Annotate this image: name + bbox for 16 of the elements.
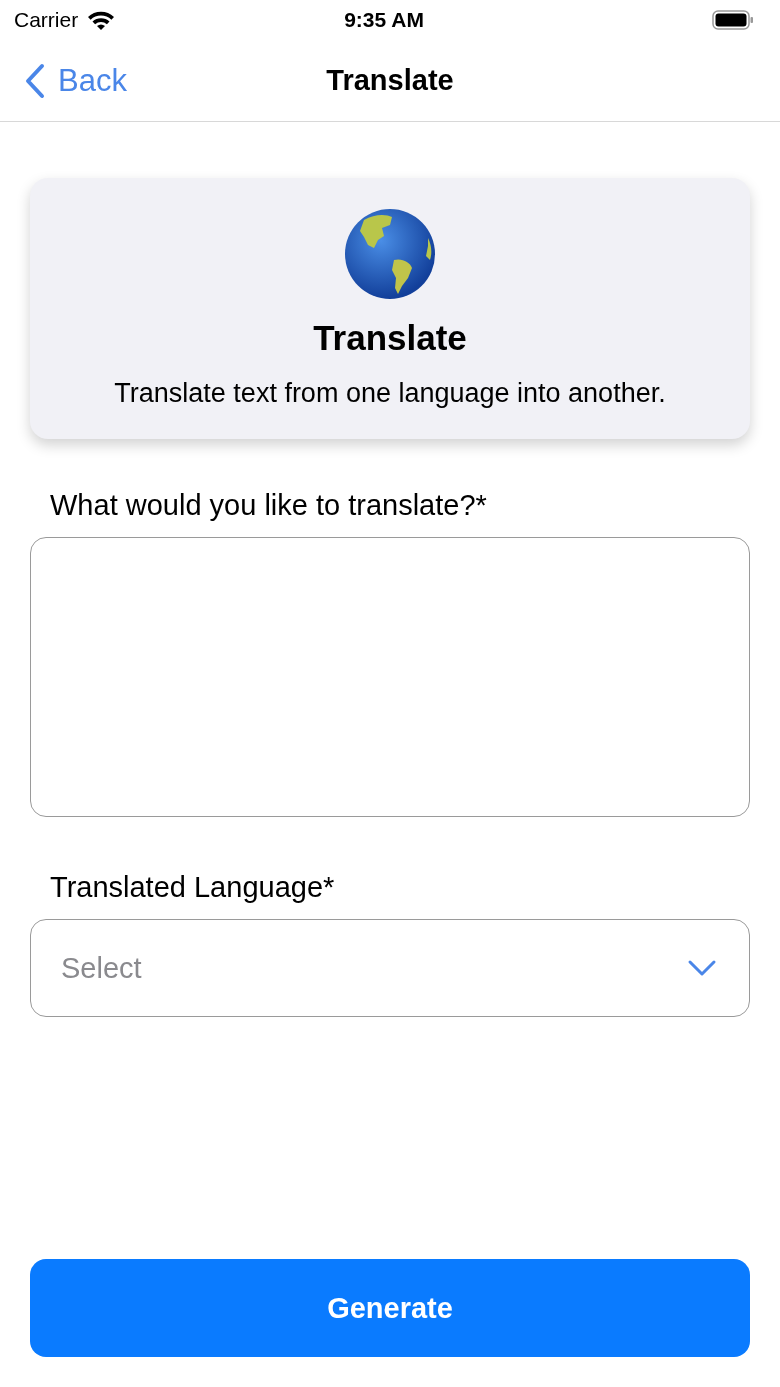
card-description: Translate text from one language into another. — [114, 378, 666, 409]
text-input-field[interactable] — [30, 537, 750, 817]
screen-title: Translate — [326, 64, 454, 97]
carrier-label: Carrier — [14, 8, 79, 32]
generate-button[interactable]: Generate — [30, 1259, 750, 1357]
chevron-down-icon — [687, 959, 717, 977]
field-label: What would you like to translate?* — [50, 489, 488, 522]
battery-icon — [712, 9, 754, 31]
clock-time: 9:35 AM — [343, 8, 425, 32]
back-button[interactable]: Back — [0, 62, 127, 99]
card-title: Translate — [313, 318, 467, 358]
language-dropdown[interactable]: Select — [30, 919, 750, 1017]
chevron-left-icon — [24, 62, 46, 99]
globe-icon — [344, 208, 436, 300]
wifi-icon — [86, 9, 117, 31]
field-label: Translated Language* — [50, 871, 336, 904]
